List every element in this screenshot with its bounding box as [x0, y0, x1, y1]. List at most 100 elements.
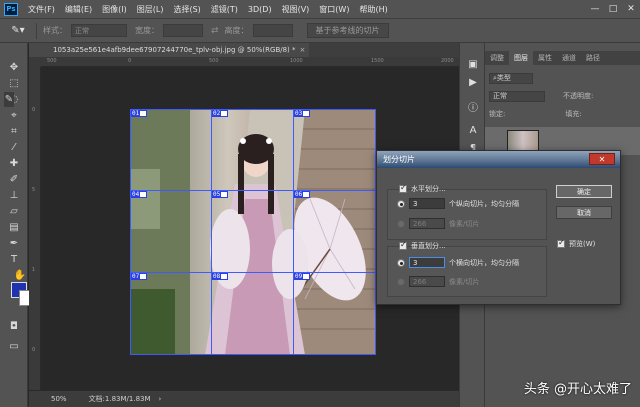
brush-tool-icon[interactable]: ✐: [4, 172, 24, 187]
horizontal-divide-option[interactable]: 水平划分...: [399, 183, 446, 194]
hand-tool-icon[interactable]: ✋: [14, 268, 26, 283]
preview-checkbox[interactable]: [557, 238, 565, 248]
slice-number: 08: [213, 273, 221, 280]
ruler-v-tick: 5: [32, 187, 36, 193]
ruler-h-tick: 0: [128, 58, 132, 64]
ok-button[interactable]: 确定: [556, 185, 612, 198]
slice-image-icon: [221, 192, 228, 197]
slice-badge[interactable]: 03: [294, 110, 311, 117]
screen-mode-icon[interactable]: ▭: [4, 339, 24, 354]
vertical-ruler[interactable]: 0 5 1 0: [29, 67, 41, 390]
tab-channels[interactable]: 通道: [557, 51, 581, 65]
horizontal-ruler[interactable]: 500 0 500 1000 1500 2000: [41, 57, 459, 67]
history-icon[interactable]: ▣: [465, 57, 481, 71]
crop-tool-icon[interactable]: ⌗: [4, 124, 24, 139]
slice-badge[interactable]: 04: [131, 191, 148, 198]
menu-select[interactable]: 选择(S): [173, 4, 200, 15]
blend-mode-select[interactable]: 正常: [489, 90, 545, 102]
marquee-tool-icon[interactable]: ⬚: [4, 76, 24, 91]
tab-adjustments[interactable]: 调整: [485, 51, 509, 65]
style-select[interactable]: 正常: [71, 24, 127, 37]
vertical-divide-checkbox[interactable]: [399, 240, 407, 250]
close-window-button[interactable]: ✕: [622, 0, 640, 18]
lock-label: 锁定:: [489, 110, 506, 118]
slice-badge[interactable]: 01: [131, 110, 148, 117]
vertical-divide-option[interactable]: 垂直划分...: [399, 240, 446, 251]
divide-slice-dialog: 划分切片 ✕ 水平划分... 3 个纵向切片，均匀分隔 266 像素/切片 垂直…: [376, 150, 621, 305]
photoshop-logo-icon: Ps: [4, 2, 18, 16]
slice-badge[interactable]: 08: [212, 273, 229, 280]
move-tool-icon[interactable]: ✥: [4, 60, 24, 75]
menu-help[interactable]: 帮助(H): [359, 4, 387, 15]
dialog-title-bar[interactable]: 划分切片 ✕: [377, 151, 620, 168]
window-controls: — □ ✕: [586, 0, 640, 18]
layer-kind-filter[interactable]: ⌕ 类型: [489, 72, 533, 84]
eyedropper-tool-icon[interactable]: ⁄: [4, 140, 24, 155]
clone-stamp-icon[interactable]: ⊥: [4, 188, 24, 203]
healing-brush-icon[interactable]: ✚: [4, 156, 24, 171]
type-tool-icon[interactable]: T: [4, 252, 24, 267]
width-field[interactable]: [163, 24, 203, 37]
slice-badge[interactable]: 09: [294, 273, 311, 280]
h-count-input[interactable]: 3: [409, 198, 445, 209]
menu-window[interactable]: 窗口(W): [319, 4, 349, 15]
minimize-button[interactable]: —: [586, 0, 604, 18]
h-pixel-input[interactable]: 266: [409, 218, 445, 229]
v-count-suffix: 个横向切片，均匀分隔: [449, 258, 519, 267]
lock-row: 锁定: 填充:: [489, 108, 582, 120]
menu-image[interactable]: 图像(I): [102, 4, 127, 15]
h-count-radio[interactable]: [397, 199, 405, 208]
menu-view[interactable]: 视图(V): [282, 4, 310, 15]
status-menu-arrow-icon[interactable]: ›: [159, 395, 162, 403]
slices-from-guides-button[interactable]: 基于参考线的切片: [306, 23, 389, 38]
h-count-row: 3 个纵向切片，均匀分隔: [397, 198, 519, 209]
slice-badge[interactable]: 05: [212, 191, 229, 198]
menu-file[interactable]: 文件(F): [28, 4, 55, 15]
slice-tool-preset-icon[interactable]: ✎▾: [6, 22, 30, 39]
slice-image-icon: [221, 274, 228, 279]
quick-mask-icon[interactable]: ◘: [4, 319, 24, 334]
swap-icon[interactable]: ⇄: [211, 26, 219, 36]
v-count-radio[interactable]: [397, 258, 405, 267]
horizontal-divide-checkbox[interactable]: [399, 183, 407, 193]
v-pixel-radio[interactable]: [397, 277, 405, 286]
document-image[interactable]: 01 02 03 04 05 06 07 08 09: [130, 109, 376, 355]
menu-layer[interactable]: 图层(L): [137, 4, 164, 15]
tab-properties[interactable]: 属性: [533, 51, 557, 65]
preview-option[interactable]: 预览(W): [557, 238, 595, 249]
cancel-button[interactable]: 取消: [556, 206, 612, 219]
ruler-h-tick: 1000: [290, 58, 303, 64]
eraser-tool-icon[interactable]: ▱: [4, 204, 24, 219]
v-pixel-suffix: 像素/切片: [449, 277, 480, 286]
menu-3d[interactable]: 3D(D): [248, 5, 272, 14]
play-actions-icon[interactable]: ▶: [465, 75, 481, 89]
quick-select-tool-icon[interactable]: ⌖: [4, 108, 24, 123]
pen-tool-icon[interactable]: ✒: [4, 236, 24, 251]
restore-button[interactable]: □: [604, 0, 622, 18]
zoom-level[interactable]: 50%: [51, 395, 67, 403]
tab-layers[interactable]: 图层: [509, 51, 533, 65]
slice-line: [211, 109, 212, 355]
menu-filter[interactable]: 滤镜(T): [211, 4, 238, 15]
height-field[interactable]: [252, 24, 293, 37]
dialog-close-button[interactable]: ✕: [589, 153, 615, 165]
slice-image-icon: [140, 274, 147, 279]
ruler-origin[interactable]: [29, 57, 41, 67]
h-pixel-radio[interactable]: [397, 219, 405, 228]
menu-edit[interactable]: 编辑(E): [65, 4, 92, 15]
slice-badge[interactable]: 02: [212, 110, 229, 117]
options-divider: [36, 22, 37, 39]
horizontal-divide-label: 水平划分...: [411, 185, 446, 193]
document-tab[interactable]: 1053a25e561e4afb9dee67907244770e_tplv-ob…: [29, 43, 309, 57]
v-pixel-input[interactable]: 266: [409, 276, 445, 287]
character-icon[interactable]: A: [465, 123, 481, 137]
gradient-tool-icon[interactable]: ▤: [4, 220, 24, 235]
slice-line: [130, 109, 131, 355]
v-count-input[interactable]: 3: [409, 257, 445, 268]
slice-tool-icon[interactable]: ✎: [4, 92, 14, 107]
tab-paths[interactable]: 路径: [581, 51, 605, 65]
close-tab-icon[interactable]: ×: [300, 46, 306, 54]
slice-badge[interactable]: 07: [131, 273, 148, 280]
slice-badge[interactable]: 06: [294, 191, 311, 198]
info-icon[interactable]: ⓘ: [465, 99, 481, 114]
